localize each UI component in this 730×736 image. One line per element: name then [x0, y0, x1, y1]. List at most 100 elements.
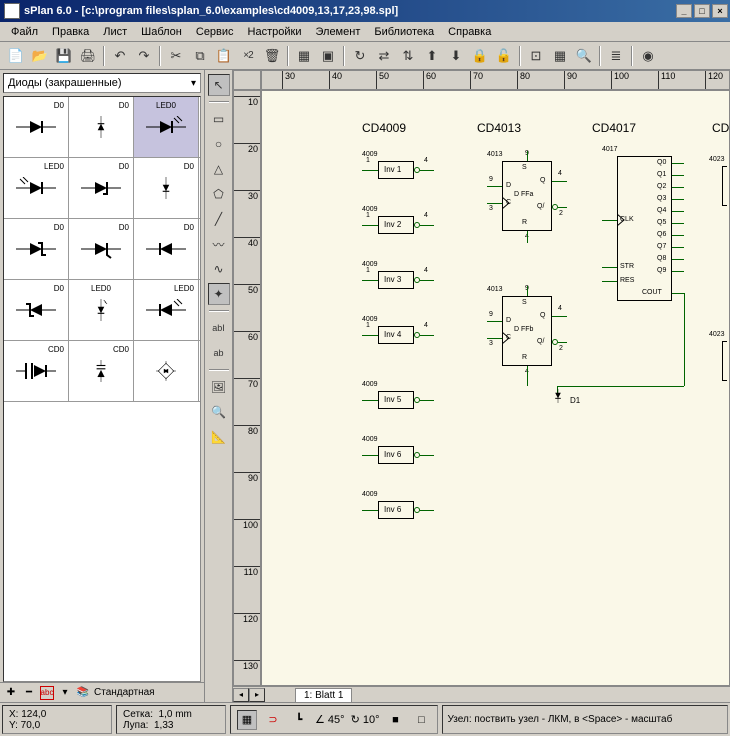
menu-settings[interactable]: Настройки	[241, 24, 309, 40]
canvas-area: 30 40 50 60 70 80 90 100 110 120 10 20 3…	[233, 70, 730, 702]
tool-grid-snap[interactable]: ▦	[237, 710, 257, 730]
sheet-tab[interactable]: 1: Blatt 1	[295, 688, 352, 702]
list-button[interactable]: ≣	[604, 45, 628, 67]
tool-rect[interactable]: ▭	[208, 108, 230, 130]
lib-icon[interactable]: 📚	[76, 686, 90, 700]
lib-component[interactable]: LED0	[4, 158, 69, 218]
chip-title-cd4017: CD4017	[592, 121, 636, 135]
tool-label[interactable]: ab	[208, 342, 230, 364]
abc-icon[interactable]: abc	[40, 686, 54, 700]
minimize-button[interactable]: _	[676, 4, 692, 18]
delete-button[interactable]: 🗑	[260, 45, 284, 67]
menu-service[interactable]: Сервис	[189, 24, 241, 40]
menu-file[interactable]: Файл	[4, 24, 45, 40]
lib-component[interactable]: D0	[134, 219, 199, 279]
diode-label: D1	[570, 396, 580, 405]
status-grid: Сетка: 1,0 mm Лупа: 1,33	[116, 705, 226, 734]
tool-text[interactable]: abI	[208, 317, 230, 339]
view-button[interactable]: ◉	[636, 45, 660, 67]
zoom-fit-button[interactable]: ⊡	[524, 45, 548, 67]
undo-button[interactable]: ↶	[108, 45, 132, 67]
save-button[interactable]: 💾	[52, 45, 76, 67]
angle-45: ∠ 45°	[315, 713, 345, 726]
menubar: Файл Правка Лист Шаблон Сервис Настройки…	[0, 22, 730, 42]
lib-component[interactable]: D0	[4, 219, 69, 279]
front-button[interactable]: ⬆	[420, 45, 444, 67]
tool-magnet[interactable]: ⊃	[263, 710, 283, 730]
lib-component[interactable]: LED0	[134, 280, 199, 340]
library-bottom-bar: ✚ ━ abc ▾ 📚 Стандартная	[0, 682, 204, 702]
ruler-corner	[233, 70, 261, 90]
library-category-dropdown[interactable]: Диоды (закрашенные)	[3, 73, 201, 93]
close-button[interactable]: ×	[712, 4, 728, 18]
rotate-button[interactable]: ↻	[348, 45, 372, 67]
lib-component[interactable]: D0	[134, 158, 199, 218]
open-button[interactable]: 📂	[28, 45, 52, 67]
lib-component[interactable]: D0	[69, 97, 134, 157]
unlock-button[interactable]: 🔓	[492, 45, 516, 67]
print-button[interactable]: 🖨	[76, 45, 100, 67]
menu-element[interactable]: Элемент	[308, 24, 367, 40]
menu-library[interactable]: Библиотека	[367, 24, 441, 40]
tool-pointer[interactable]: ↖	[208, 74, 230, 96]
library-panel: Диоды (закрашенные) D0 D0 LED0	[0, 70, 205, 702]
sheet-tabs-bar: ◂ ▸ 1: Blatt 1	[233, 686, 730, 702]
group-button[interactable]: ▣	[316, 45, 340, 67]
lib-component[interactable]: D0	[69, 219, 134, 279]
cut-button[interactable]: ✂	[164, 45, 188, 67]
ruler-horizontal: 30 40 50 60 70 80 90 100 110 120	[261, 70, 730, 90]
status-bar: X: 124,0 Y: 70,0 Сетка: 1,0 mm Лупа: 1,3…	[0, 702, 730, 736]
tool-line[interactable]: ╱	[208, 208, 230, 230]
tool-image[interactable]: 🖼	[208, 376, 230, 398]
maximize-button[interactable]: □	[694, 4, 710, 18]
canvas[interactable]: CD4009 CD4013 CD4017 CD 4009 Inv 1 1 4 4…	[261, 90, 730, 686]
search-button[interactable]: 🔍	[572, 45, 596, 67]
copy-button[interactable]: ⧉	[188, 45, 212, 67]
status-hint: Узел: поствить узел - ЛКМ, в <Space> - м…	[442, 705, 728, 734]
lib-component-selected[interactable]: LED0	[134, 97, 199, 157]
new-button[interactable]: 📄	[4, 45, 28, 67]
lib-component[interactable]: D0	[4, 97, 69, 157]
tool-ortho[interactable]: ┗	[289, 710, 309, 730]
lib-component[interactable]: CD0	[69, 341, 134, 401]
tab-scroll-left[interactable]: ◂	[233, 688, 249, 702]
lock-button[interactable]: 🔒	[468, 45, 492, 67]
lib-component[interactable]: D0	[69, 158, 134, 218]
tool-zoom[interactable]: 🔍	[208, 401, 230, 423]
status-coords: X: 124,0 Y: 70,0	[2, 705, 112, 734]
tool-outline[interactable]: □	[411, 710, 431, 730]
toolbar: 📄 📂 💾 🖨 ↶ ↷ ✂ ⧉ 📋 ×2 🗑 ▦ ▣ ↻ ⇄ ⇅ ⬆ ⬇ 🔒 🔓…	[0, 42, 730, 70]
grid-button[interactable]: ▦	[548, 45, 572, 67]
paste-button[interactable]: 📋	[212, 45, 236, 67]
tool-bezier[interactable]: ∿	[208, 258, 230, 280]
window-title: sPlan 6.0 - [c:\program files\splan_6.0\…	[24, 5, 676, 17]
chip-title-cd4009: CD4009	[362, 121, 406, 135]
flip-h-button[interactable]: ⇄	[372, 45, 396, 67]
tool-measure[interactable]: 📐	[208, 426, 230, 448]
redo-button[interactable]: ↷	[132, 45, 156, 67]
angle-10: ↻ 10°	[351, 713, 380, 726]
tool-filled[interactable]: ■	[385, 710, 405, 730]
menu-edit[interactable]: Правка	[45, 24, 96, 40]
duplicate-button[interactable]: ×2	[236, 45, 260, 67]
back-button[interactable]: ⬇	[444, 45, 468, 67]
tool-node[interactable]: ✦	[208, 283, 230, 305]
menu-help[interactable]: Справка	[441, 24, 498, 40]
tool-column: ↖ ▭ ○ △ ⬠ ╱ 〰 ∿ ✦ abI ab 🖼 🔍 📐	[205, 70, 233, 702]
tool-circle[interactable]: ○	[208, 133, 230, 155]
align-button[interactable]: ▦	[292, 45, 316, 67]
flip-v-button[interactable]: ⇅	[396, 45, 420, 67]
remove-icon[interactable]: ━	[22, 686, 36, 700]
lib-component[interactable]: CD0	[4, 341, 69, 401]
down-icon[interactable]: ▾	[58, 686, 72, 700]
menu-sheet[interactable]: Лист	[96, 24, 134, 40]
tool-curve[interactable]: 〰	[208, 233, 230, 255]
menu-template[interactable]: Шаблон	[134, 24, 189, 40]
tab-scroll-right[interactable]: ▸	[249, 688, 265, 702]
lib-component[interactable]: LED0	[69, 280, 134, 340]
tool-poly2[interactable]: ⬠	[208, 183, 230, 205]
add-icon[interactable]: ✚	[4, 686, 18, 700]
tool-poly[interactable]: △	[208, 158, 230, 180]
lib-component[interactable]: D0	[4, 280, 69, 340]
lib-component[interactable]	[134, 341, 199, 401]
